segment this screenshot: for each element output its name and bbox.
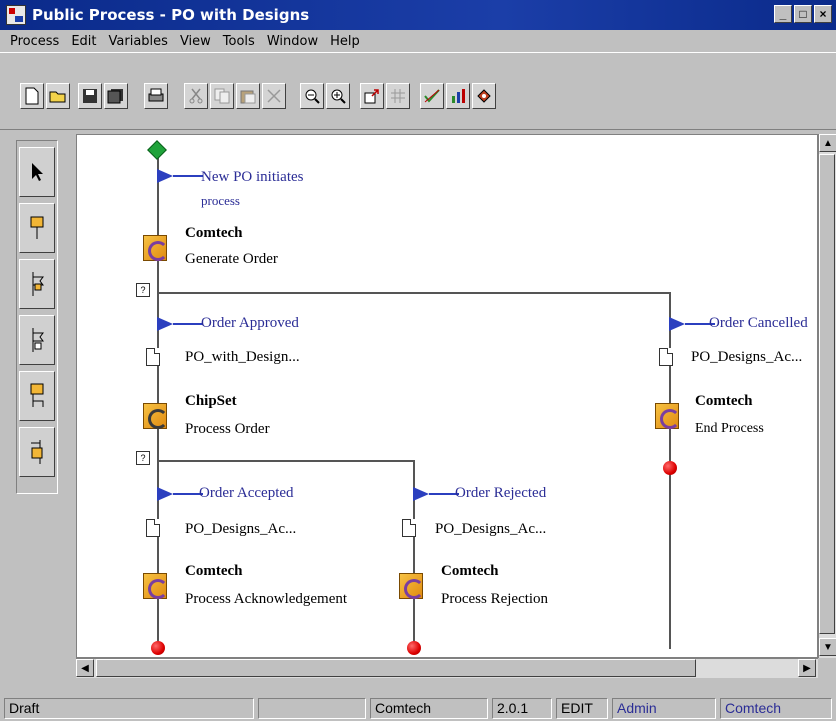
send-tool-icon[interactable] [19, 259, 55, 309]
order-approved-label[interactable]: Order Approved [201, 315, 299, 332]
activity-name[interactable]: Generate Order [185, 251, 278, 268]
end-node[interactable] [663, 461, 677, 475]
zoom-in-icon[interactable] [326, 83, 350, 109]
horizontal-scrollbar[interactable]: ◀ ▶ [76, 658, 818, 678]
activity-icon[interactable] [143, 573, 168, 599]
cut-icon[interactable] [184, 83, 208, 109]
activity-icon[interactable] [399, 573, 424, 599]
vertical-scrollbar[interactable]: ▲ ▼ [818, 134, 836, 658]
order-rejected-label[interactable]: Order Rejected [455, 485, 546, 502]
document-icon [659, 348, 673, 366]
activity-icon[interactable] [655, 403, 680, 429]
menu-edit[interactable]: Edit [65, 34, 102, 49]
document-name[interactable]: PO_Designs_Ac... [691, 349, 802, 366]
end-node[interactable] [407, 641, 421, 655]
message-flag [413, 487, 459, 501]
title-bar[interactable]: Public Process - PO with Designs _ □ × [0, 0, 836, 30]
scroll-right-icon[interactable]: ▶ [798, 659, 816, 677]
flow-line [157, 460, 415, 462]
activity-tool-icon[interactable] [19, 203, 55, 253]
menu-bar: Process Edit Variables View Tools Window… [0, 30, 836, 52]
activity-name[interactable]: Process Rejection [441, 591, 548, 608]
activity-actor: ChipSet [185, 393, 237, 409]
status-bar: Draft Comtech 2.0.1 EDIT Admin Comtech [0, 696, 836, 721]
activity-actor: Comtech [185, 563, 243, 579]
menu-view[interactable]: View [174, 34, 217, 49]
order-cancelled-label[interactable]: Order Cancelled [709, 315, 808, 332]
activity-actor: Comtech [695, 393, 753, 409]
activity-icon[interactable] [143, 403, 168, 429]
status-version: 2.0.1 [492, 698, 552, 719]
receive-tool-icon[interactable] [19, 315, 55, 365]
end-tool-icon[interactable] [19, 427, 55, 477]
document-name[interactable]: PO_Designs_Ac... [435, 521, 546, 538]
document-name[interactable]: PO_Designs_Ac... [185, 521, 296, 538]
branch-tool-icon[interactable] [19, 371, 55, 421]
activity-actor: Comtech [185, 225, 243, 241]
activity-name[interactable]: End Process [695, 421, 764, 437]
menu-tools[interactable]: Tools [217, 34, 261, 49]
status-edit: EDIT [556, 698, 608, 719]
flow-line [157, 292, 671, 294]
grid-icon[interactable] [386, 83, 410, 109]
maximize-button[interactable]: □ [794, 5, 812, 23]
document-icon [146, 348, 160, 366]
scroll-up-icon[interactable]: ▲ [819, 134, 836, 152]
paste-icon[interactable] [236, 83, 260, 109]
activity-icon[interactable] [143, 235, 168, 261]
pointer-tool-icon[interactable] [19, 147, 55, 197]
app-icon[interactable] [6, 5, 26, 25]
menu-window[interactable]: Window [261, 34, 324, 49]
decision-node[interactable]: ? [136, 283, 150, 297]
activity-actor: Comtech [441, 563, 499, 579]
window-title: Public Process - PO with Designs [32, 6, 310, 24]
close-button[interactable]: × [814, 5, 832, 23]
activity-name[interactable]: Process Acknowledgement [185, 591, 347, 608]
tag-icon[interactable] [472, 83, 496, 109]
scroll-down-icon[interactable]: ▼ [819, 638, 836, 656]
open-icon[interactable] [46, 83, 70, 109]
activity-name[interactable]: Process Order [185, 421, 270, 438]
tool-palette [16, 140, 58, 494]
scroll-thumb[interactable] [819, 154, 835, 634]
process-canvas[interactable]: New PO initiates process Comtech Generat… [76, 134, 818, 658]
validate-icon[interactable] [420, 83, 444, 109]
decision-node[interactable]: ? [136, 451, 150, 465]
menu-process[interactable]: Process [4, 34, 65, 49]
new-icon[interactable] [20, 83, 44, 109]
scroll-left-icon[interactable]: ◀ [76, 659, 94, 677]
minimize-button[interactable]: _ [774, 5, 792, 23]
document-name[interactable]: PO_with_Design... [185, 349, 300, 366]
toolbar [0, 52, 836, 130]
zoom-out-icon[interactable] [300, 83, 324, 109]
scroll-thumb[interactable] [96, 659, 696, 677]
window-controls: _ □ × [774, 5, 832, 23]
status-user: Admin [612, 698, 716, 719]
document-icon [146, 519, 160, 537]
delete-icon[interactable] [262, 83, 286, 109]
start-message-label[interactable]: New PO initiates [201, 169, 304, 186]
copy-icon[interactable] [210, 83, 234, 109]
start-node[interactable] [147, 140, 167, 160]
document-icon [402, 519, 416, 537]
order-accepted-label[interactable]: Order Accepted [199, 485, 294, 502]
end-node[interactable] [151, 641, 165, 655]
save-icon[interactable] [78, 83, 102, 109]
chart-icon[interactable] [446, 83, 470, 109]
message-flag [157, 487, 203, 501]
menu-variables[interactable]: Variables [103, 34, 174, 49]
print-icon[interactable] [144, 83, 168, 109]
status-org: Comtech [720, 698, 832, 719]
start-message-label-2[interactable]: process [201, 193, 240, 209]
message-flag [157, 169, 203, 183]
status-empty [258, 698, 366, 719]
save-all-icon[interactable] [104, 83, 128, 109]
status-mode: Draft [4, 698, 254, 719]
export-icon[interactable] [360, 83, 384, 109]
menu-help[interactable]: Help [324, 34, 366, 49]
message-flag [157, 317, 203, 331]
application-window: Public Process - PO with Designs _ □ × P… [0, 0, 836, 721]
status-partner: Comtech [370, 698, 488, 719]
